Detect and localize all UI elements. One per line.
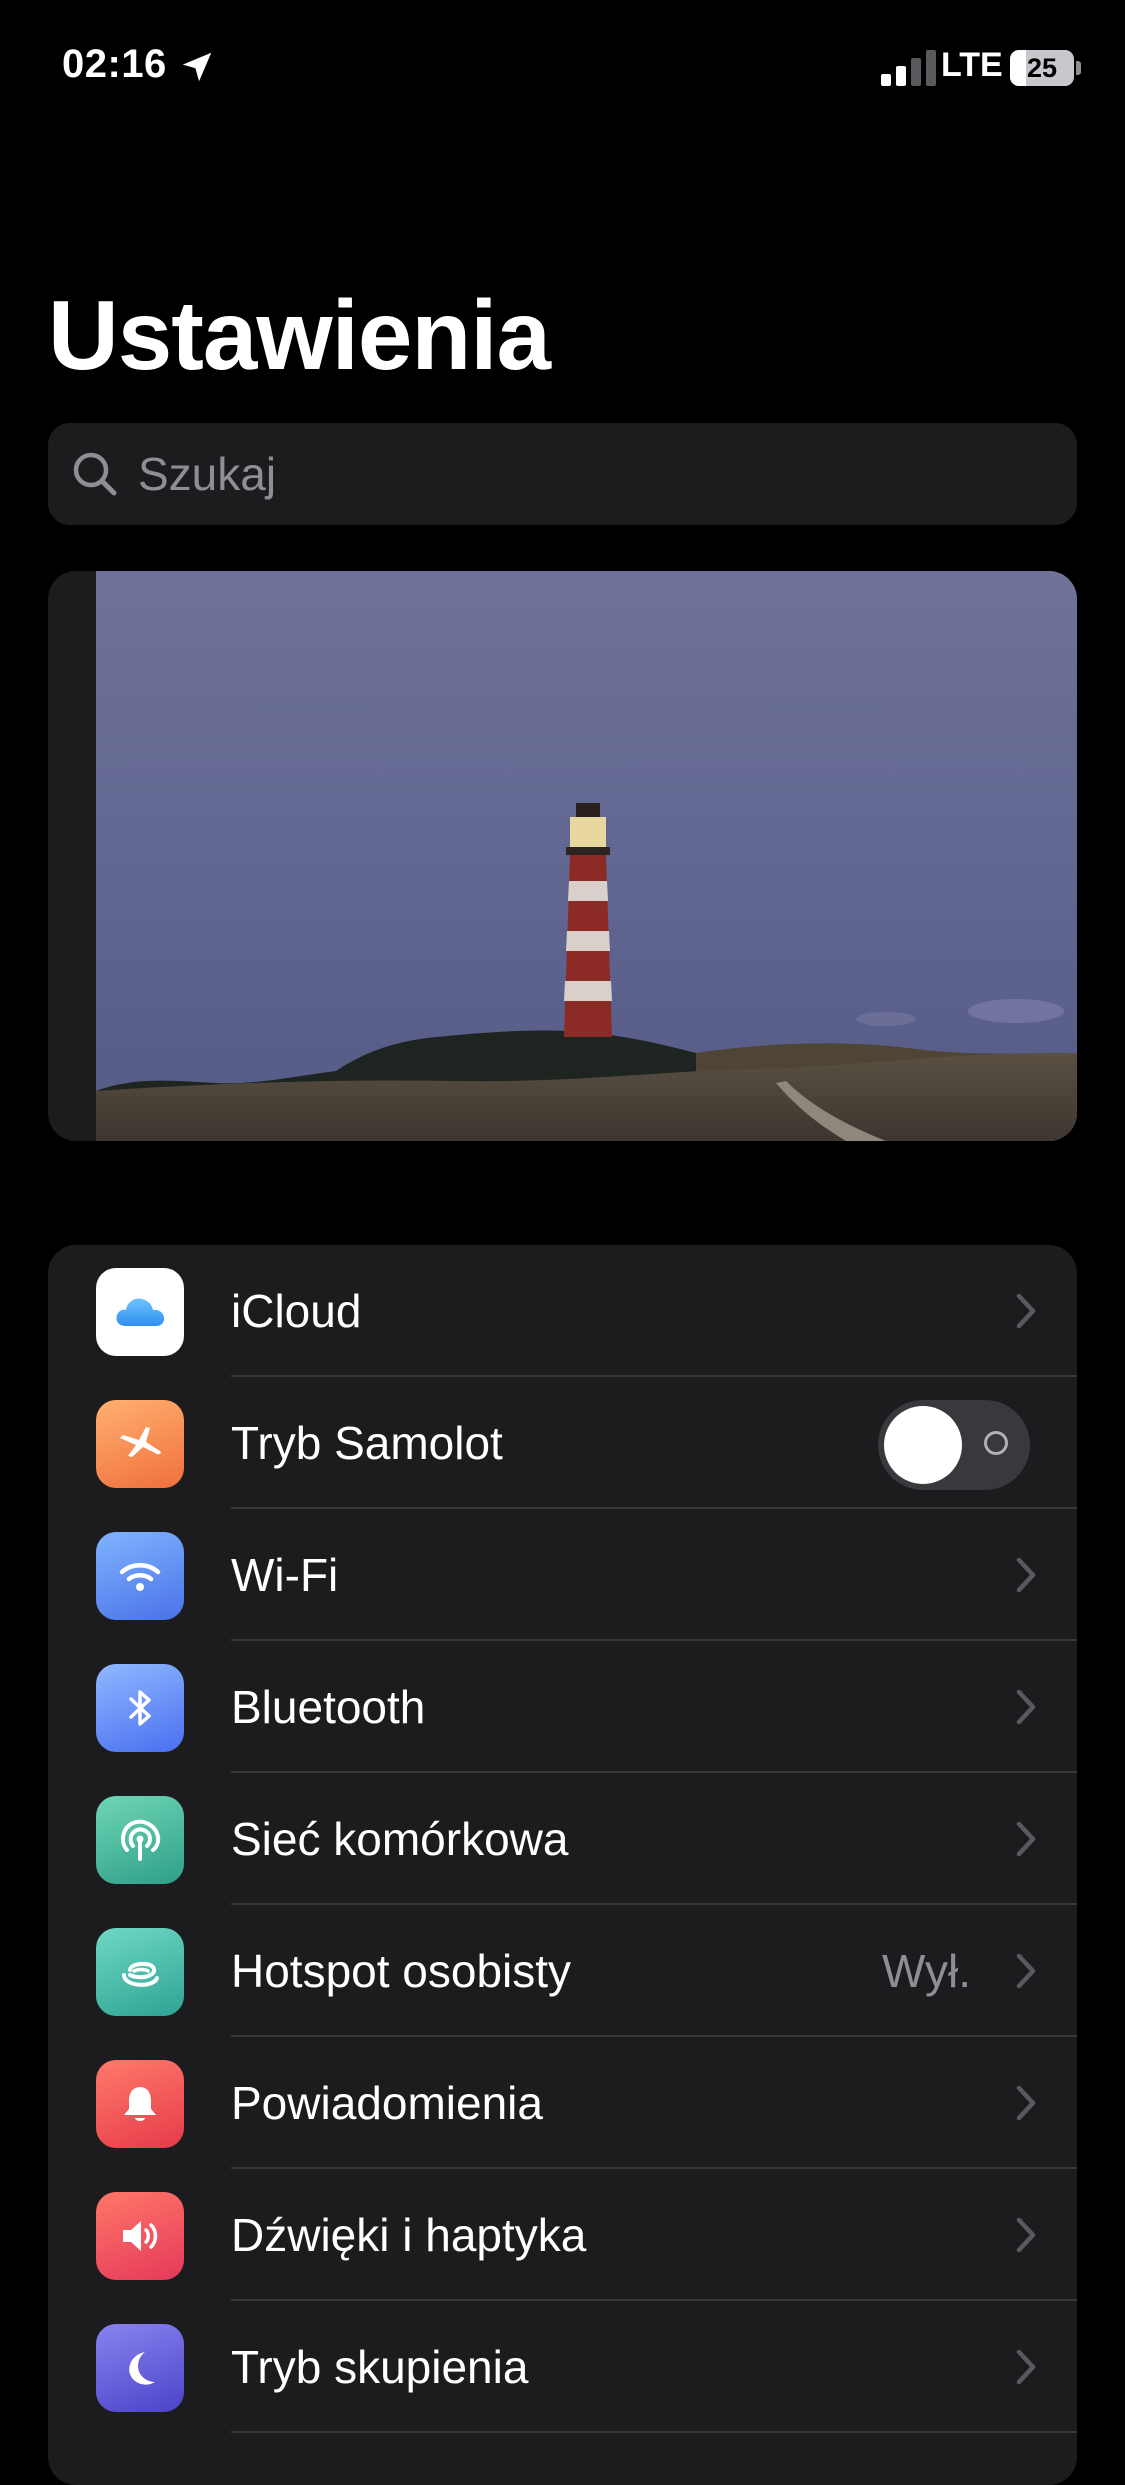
settings-row-label: Dźwięki i haptyka (231, 2209, 587, 2261)
search-input[interactable] (136, 433, 1077, 515)
chevron-right-icon (1016, 1821, 1036, 1857)
airplane-icon (96, 1400, 184, 1488)
search-icon (73, 452, 117, 496)
chevron-right-icon (1016, 2349, 1036, 2385)
toggle-knob (884, 1406, 962, 1484)
bluetooth-icon (96, 1664, 184, 1752)
settings-row-wifi[interactable]: Wi-Fi (48, 1509, 1077, 1641)
settings-row-icloud[interactable]: iCloud (48, 1245, 1077, 1377)
settings-row-label: Powiadomienia (231, 2077, 543, 2129)
chevron-right-icon (1016, 1689, 1036, 1725)
battery-indicator: 25 (1010, 50, 1074, 86)
row-divider (231, 2431, 1077, 2433)
moon-icon (96, 2324, 184, 2412)
battery-level-label: 25 (1026, 52, 1058, 83)
status-time: 02:16 (62, 42, 167, 86)
cellular-signal-icon (881, 50, 936, 86)
battery-cap (1076, 61, 1081, 75)
hotspot-status-value: Wył. (881, 1945, 971, 1997)
speaker-icon (96, 2192, 184, 2280)
hotspot-icon (96, 1928, 184, 2016)
battery-fill (1010, 50, 1026, 86)
settings-row-label: Sieć komórkowa (231, 1813, 569, 1865)
wallpaper-card[interactable] (48, 571, 1077, 1141)
settings-row-airplane-mode: Tryb Samolot (48, 1377, 1077, 1509)
bell-icon (96, 2060, 184, 2148)
status-bar: 02:16 LTE 25 (0, 0, 1125, 140)
settings-row-label: Bluetooth (231, 1681, 426, 1733)
chevron-right-icon (1016, 2217, 1036, 2253)
chevron-right-icon (1016, 1293, 1036, 1329)
toggle-off-indicator-icon (984, 1431, 1008, 1455)
cellular-icon (96, 1796, 184, 1884)
airplane-mode-toggle[interactable] (878, 1400, 1030, 1490)
settings-row-label: Hotspot osobisty (231, 1945, 572, 1997)
settings-list: iCloud Tryb Samolot Wi-Fi Bluetooth Sieć… (48, 1245, 1077, 2485)
settings-row-label: iCloud (231, 1285, 362, 1337)
settings-row-notifications[interactable]: Powiadomienia (48, 2037, 1077, 2169)
chevron-right-icon (1016, 1557, 1036, 1593)
settings-row-personal-hotspot[interactable]: Hotspot osobisty Wył. (48, 1905, 1077, 2037)
settings-row-label: Tryb Samolot (231, 1417, 503, 1469)
settings-row-sounds-haptics[interactable]: Dźwięki i haptyka (48, 2169, 1077, 2301)
page-title: Ustawienia (48, 280, 551, 390)
chevron-right-icon (1016, 1953, 1036, 1989)
settings-row-focus[interactable]: Tryb skupienia (48, 2301, 1077, 2433)
settings-row-label: Wi-Fi (231, 1549, 339, 1601)
settings-row-bluetooth[interactable]: Bluetooth (48, 1641, 1077, 1773)
settings-row-label: Tryb skupienia (231, 2341, 529, 2393)
chevron-right-icon (1016, 2085, 1036, 2121)
location-arrow-icon (182, 52, 212, 82)
settings-row-cellular[interactable]: Sieć komórkowa (48, 1773, 1077, 1905)
network-type-label: LTE (941, 46, 1003, 84)
icloud-icon (96, 1268, 184, 1356)
lighthouse-photo (96, 571, 1077, 1141)
wifi-icon (96, 1532, 184, 1620)
search-field[interactable] (48, 423, 1077, 525)
